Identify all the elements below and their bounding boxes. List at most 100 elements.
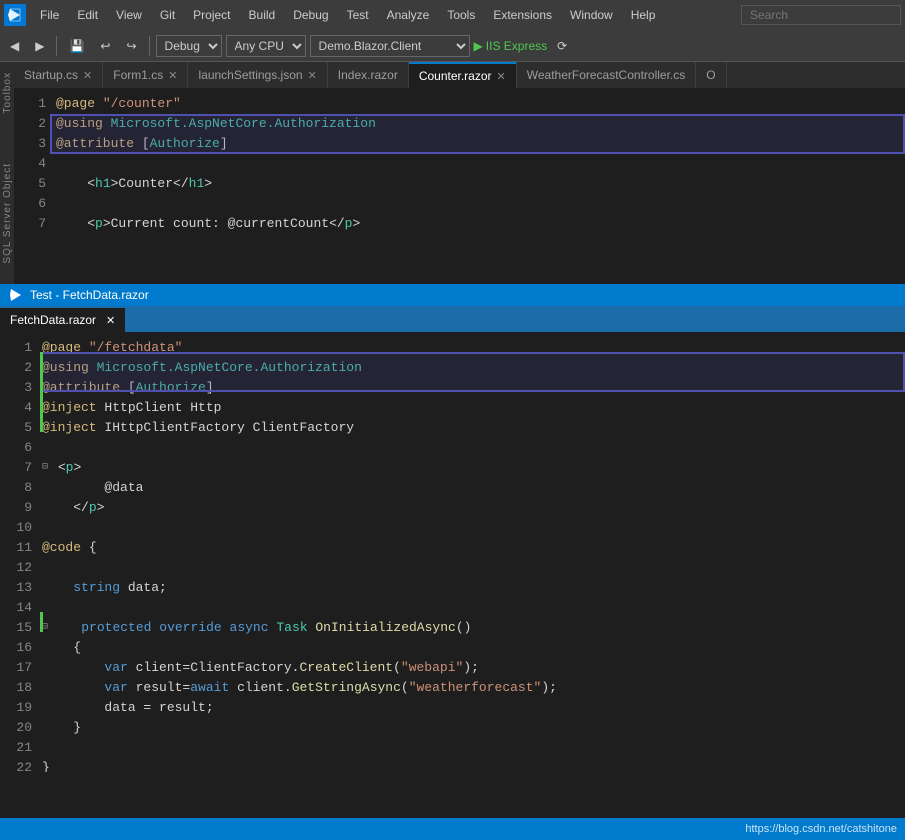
- code-line-lower-7: ⊟ <p>: [40, 458, 905, 478]
- startup-project-select[interactable]: Demo.Blazor.Client: [310, 35, 470, 57]
- platform-select[interactable]: Any CPU: [226, 35, 306, 57]
- lower-tabs-bar: FetchData.razor ✕: [0, 306, 905, 332]
- code-line-lower-1: @page "/fetchdata": [40, 338, 905, 358]
- tab-startup-cs[interactable]: Startup.cs ✕: [14, 62, 103, 88]
- tab-launchsettings-label: launchSettings.json: [198, 68, 302, 82]
- tab-launchsettings-close[interactable]: ✕: [308, 69, 317, 82]
- menu-test[interactable]: Test: [339, 6, 377, 24]
- tab-overflow-label: O: [706, 68, 715, 82]
- code-line-lower-9: </p>: [40, 498, 905, 518]
- tab-fetchdata-razor[interactable]: FetchData.razor ✕: [0, 308, 125, 332]
- tab-startup-cs-label: Startup.cs: [24, 68, 78, 82]
- debug-config-select[interactable]: Debug: [156, 35, 222, 57]
- tab-index-razor[interactable]: Index.razor: [328, 62, 409, 88]
- menu-project[interactable]: Project: [185, 6, 238, 24]
- green-bar-lower: [40, 612, 43, 632]
- lower-window-title: Test - FetchData.razor: [30, 288, 149, 302]
- tab-startup-cs-close[interactable]: ✕: [83, 69, 92, 82]
- toolbar-divider-2: [149, 36, 150, 56]
- lower-line-numbers: 12345 678910 1112131415 1617181920 21222…: [0, 332, 40, 772]
- status-bar: https://blog.csdn.net/catshitone: [0, 818, 905, 840]
- collapse-p-icon[interactable]: ⊟: [42, 458, 48, 478]
- upper-code-content: @page "/counter" @using Microsoft.AspNet…: [54, 88, 905, 284]
- refresh-btn[interactable]: ⟳: [551, 37, 573, 55]
- tab-counter-razor[interactable]: Counter.razor ✕: [409, 62, 517, 88]
- string-counter: "/counter": [103, 94, 181, 114]
- menu-file[interactable]: File: [32, 6, 67, 24]
- upper-tabs-bar: Startup.cs ✕ Form1.cs ✕ launchSettings.j…: [14, 62, 905, 88]
- code-line-lower-19: data = result;: [40, 698, 905, 718]
- tab-form1-cs[interactable]: Form1.cs ✕: [103, 62, 188, 88]
- menu-build[interactable]: Build: [241, 6, 284, 24]
- toolbar: ◀ ▶ 💾 ↩ ↪ Debug Any CPU Demo.Blazor.Clie…: [0, 30, 905, 62]
- app-logo: [4, 4, 26, 26]
- vs-logo-lower: [8, 287, 24, 303]
- menu-debug[interactable]: Debug: [285, 6, 336, 24]
- code-line-lower-8: @data: [40, 478, 905, 498]
- tab-form1-cs-label: Form1.cs: [113, 68, 163, 82]
- tab-form1-cs-close[interactable]: ✕: [168, 69, 177, 82]
- code-line-lower-11: @code {: [40, 538, 905, 558]
- code-line-upper-2: @using Microsoft.AspNetCore.Authorizatio…: [54, 114, 905, 134]
- tab-weatherforecast[interactable]: WeatherForecastController.cs: [517, 62, 697, 88]
- nav-forward-btn[interactable]: ▶: [29, 37, 50, 55]
- undo-btn[interactable]: ↩: [94, 37, 116, 55]
- code-line-lower-15: ⊟ protected override async Task OnInitia…: [40, 618, 905, 638]
- run-arrow-icon: ▶: [474, 39, 483, 53]
- redo-btn[interactable]: ↪: [120, 37, 142, 55]
- menu-tools[interactable]: Tools: [439, 6, 483, 24]
- code-line-lower-4: @inject HttpClient Http: [40, 398, 905, 418]
- lower-code-area: 12345 678910 1112131415 1617181920 21222…: [0, 332, 905, 772]
- tab-weatherforecast-label: WeatherForecastController.cs: [527, 68, 686, 82]
- code-line-lower-2: @using Microsoft.AspNetCore.Authorizatio…: [40, 358, 905, 378]
- tab-launchsettings[interactable]: launchSettings.json ✕: [188, 62, 327, 88]
- tab-counter-razor-close[interactable]: ✕: [497, 70, 506, 83]
- code-line-upper-1: @page "/counter": [54, 94, 905, 114]
- code-line-upper-4: [54, 154, 905, 174]
- code-line-lower-22: }: [40, 758, 905, 772]
- code-line-upper-5: <h1>Counter</h1>: [54, 174, 905, 194]
- status-link: https://blog.csdn.net/catshitone: [745, 823, 897, 835]
- save-btn[interactable]: 💾: [63, 37, 90, 55]
- green-bar-upper: [40, 352, 43, 432]
- code-line-lower-12: [40, 558, 905, 578]
- lower-code-content: @page "/fetchdata" @using Microsoft.AspN…: [40, 332, 905, 772]
- code-line-lower-14: [40, 598, 905, 618]
- code-line-lower-3: @attribute [ Authorize ]: [40, 378, 905, 398]
- toolbar-divider-1: [56, 36, 57, 56]
- code-line-lower-21: [40, 738, 905, 758]
- menu-extensions[interactable]: Extensions: [485, 6, 560, 24]
- code-line-lower-6: [40, 438, 905, 458]
- code-line-lower-5: @inject IHttpClientFactory ClientFactory: [40, 418, 905, 438]
- tab-overflow[interactable]: O: [696, 62, 726, 88]
- nav-back-btn[interactable]: ◀: [4, 37, 25, 55]
- upper-line-numbers: 1234567: [14, 88, 54, 284]
- code-line-upper-6: [54, 194, 905, 214]
- code-line-upper-3: @attribute [ Authorize ]: [54, 134, 905, 154]
- upper-editor-window: Toolbox SQL Server Object Startup.cs ✕ F…: [0, 62, 905, 284]
- keyword-page: @page: [56, 94, 95, 114]
- code-line-lower-13: string data;: [40, 578, 905, 598]
- tab-fetchdata-razor-label: FetchData.razor: [10, 313, 96, 327]
- code-line-lower-10: [40, 518, 905, 538]
- menu-git[interactable]: Git: [152, 6, 183, 24]
- sql-label: SQL Server Object: [2, 163, 13, 264]
- menu-window[interactable]: Window: [562, 6, 621, 24]
- code-line-lower-17: var client=ClientFactory. CreateClient (…: [40, 658, 905, 678]
- menu-analyze[interactable]: Analyze: [379, 6, 438, 24]
- search-input[interactable]: [741, 5, 901, 25]
- tab-fetchdata-close[interactable]: ✕: [106, 314, 115, 327]
- menu-help[interactable]: Help: [623, 6, 664, 24]
- run-label: IIS Express: [486, 39, 547, 53]
- menu-edit[interactable]: Edit: [69, 6, 106, 24]
- toolbox-label: Toolbox: [2, 72, 13, 113]
- tab-index-razor-label: Index.razor: [338, 68, 398, 82]
- tab-counter-razor-label: Counter.razor: [419, 69, 492, 83]
- menu-view[interactable]: View: [108, 6, 150, 24]
- upper-code-area: 1234567 @page "/counter" @using Microsof…: [14, 88, 905, 284]
- code-line-lower-18: var result= await client. GetStringAsync…: [40, 678, 905, 698]
- sidebar-strip: Toolbox SQL Server Object: [0, 62, 14, 284]
- run-button[interactable]: ▶ IIS Express: [474, 39, 548, 53]
- code-line-lower-20: }: [40, 718, 905, 738]
- lower-window-titlebar: Test - FetchData.razor: [0, 284, 905, 306]
